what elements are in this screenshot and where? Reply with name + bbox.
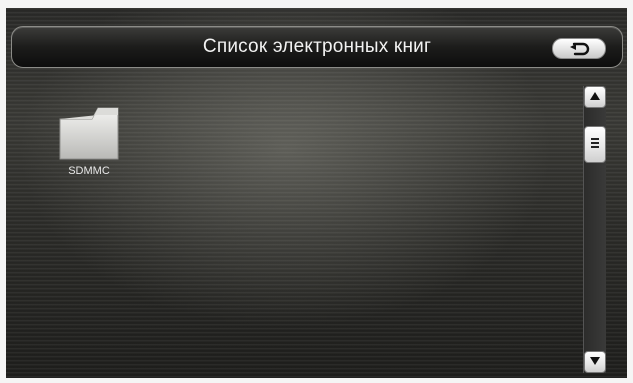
scroll-down-button[interactable] <box>584 351 606 373</box>
triangle-up-icon <box>589 88 601 106</box>
scroll-up-button[interactable] <box>584 86 606 108</box>
scroll-thumb[interactable] <box>584 126 606 163</box>
folder-icon <box>56 105 122 161</box>
folder-item-sdmmc[interactable]: SDMMC <box>56 105 122 185</box>
title-bar: Список электронных книг <box>11 26 623 68</box>
page-title: Список электронных книг <box>202 36 432 57</box>
back-button[interactable] <box>552 38 606 59</box>
folder-label: SDMMC <box>68 165 110 177</box>
back-arrow-icon <box>568 42 590 56</box>
scrollbar[interactable] <box>583 86 606 373</box>
triangle-down-icon <box>589 353 601 371</box>
ebook-list-screen: Список электронных книг SDMMC <box>6 8 627 378</box>
grip-icon <box>590 136 600 154</box>
